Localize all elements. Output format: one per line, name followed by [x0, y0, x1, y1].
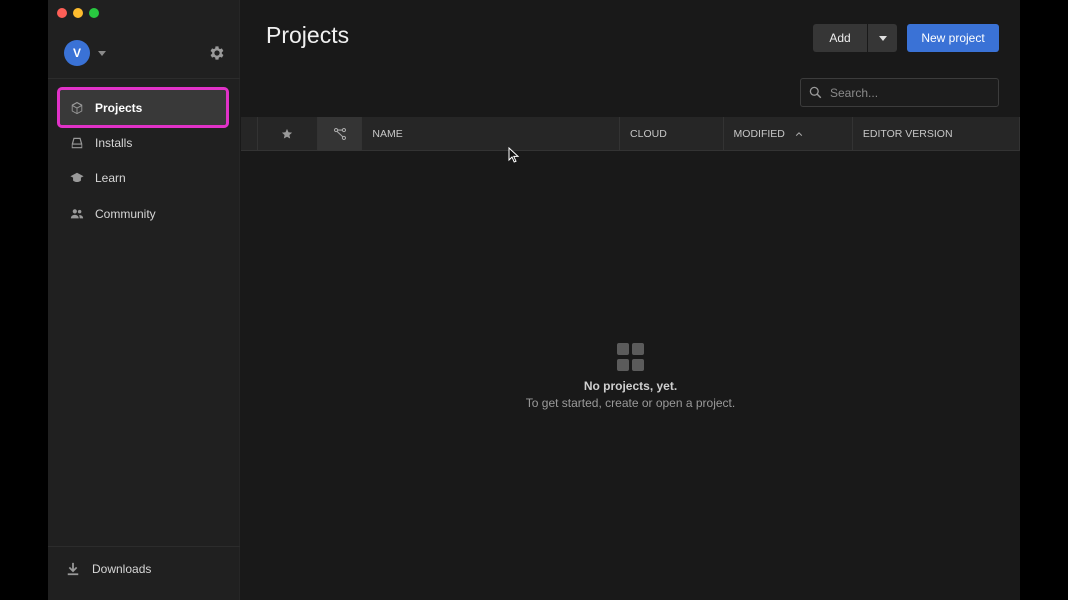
- installs-icon: [71, 137, 83, 148]
- modified-column-header[interactable]: MODIFIED: [724, 117, 853, 151]
- sidebar-divider: [48, 546, 240, 547]
- empty-state-subtitle: To get started, create or open a project…: [525, 396, 736, 410]
- name-column-header[interactable]: NAME: [362, 117, 621, 151]
- avatar[interactable]: V: [64, 40, 90, 66]
- download-icon: [67, 562, 79, 576]
- downloads-button[interactable]: Downloads: [66, 562, 151, 576]
- new-project-button[interactable]: New project: [907, 24, 999, 52]
- search-input[interactable]: [830, 85, 990, 100]
- page-title: Projects: [266, 22, 350, 48]
- graduation-cap-icon: [70, 173, 84, 183]
- minimize-window-button[interactable]: [73, 8, 83, 18]
- table-header: NAME CLOUD MODIFIED EDITOR VERSION: [241, 117, 1020, 151]
- sidebar-divider: [48, 78, 240, 79]
- sidebar-item-label: Projects: [95, 100, 143, 115]
- account-menu[interactable]: V: [64, 40, 106, 66]
- search-icon: [809, 86, 822, 99]
- mouse-cursor-icon: [508, 147, 520, 163]
- favorite-column-header[interactable]: [257, 117, 318, 151]
- empty-state: No projects, yet. To get started, create…: [241, 343, 1020, 410]
- gear-icon[interactable]: [208, 44, 226, 62]
- grid-icon: [616, 343, 645, 371]
- people-icon: [70, 209, 84, 219]
- editor-version-column-header[interactable]: EDITOR VERSION: [853, 117, 1020, 151]
- downloads-label: Downloads: [92, 562, 152, 576]
- app-window: V Projects Installs Learn Community Down…: [48, 0, 1020, 600]
- sidebar-item-installs[interactable]: Installs: [60, 125, 226, 161]
- empty-state-title: No projects, yet.: [583, 379, 678, 393]
- sidebar-item-community[interactable]: Community: [60, 196, 226, 232]
- sidebar-item-label: Installs: [95, 135, 133, 150]
- star-icon: [282, 128, 293, 139]
- sort-ascending-icon: [795, 132, 803, 136]
- chevron-down-icon[interactable]: [98, 50, 106, 56]
- chevron-down-icon: [878, 35, 887, 41]
- search-box[interactable]: [800, 78, 999, 107]
- add-dropdown-button[interactable]: [868, 24, 897, 52]
- version-control-column-header[interactable]: [317, 117, 363, 151]
- sidebar-item-projects[interactable]: Projects: [57, 87, 229, 128]
- modified-column-label: MODIFIED: [733, 128, 785, 140]
- close-window-button[interactable]: [57, 8, 67, 18]
- maximize-window-button[interactable]: [89, 8, 99, 18]
- add-button[interactable]: Add: [813, 24, 867, 52]
- cube-icon: [71, 101, 83, 114]
- cloud-column-header[interactable]: CLOUD: [620, 117, 724, 151]
- sidebar-nav: Projects Installs Learn Community: [57, 87, 229, 232]
- branch-icon: [333, 127, 346, 141]
- sidebar-item-label: Community: [95, 206, 156, 221]
- sidebar-item-learn[interactable]: Learn: [60, 161, 226, 197]
- main-content: Projects Add New project Search... NAME …: [241, 0, 1020, 600]
- sidebar-item-label: Learn: [95, 171, 126, 186]
- sidebar: V Projects Installs Learn Community Down…: [48, 0, 240, 600]
- window-controls: [57, 8, 99, 18]
